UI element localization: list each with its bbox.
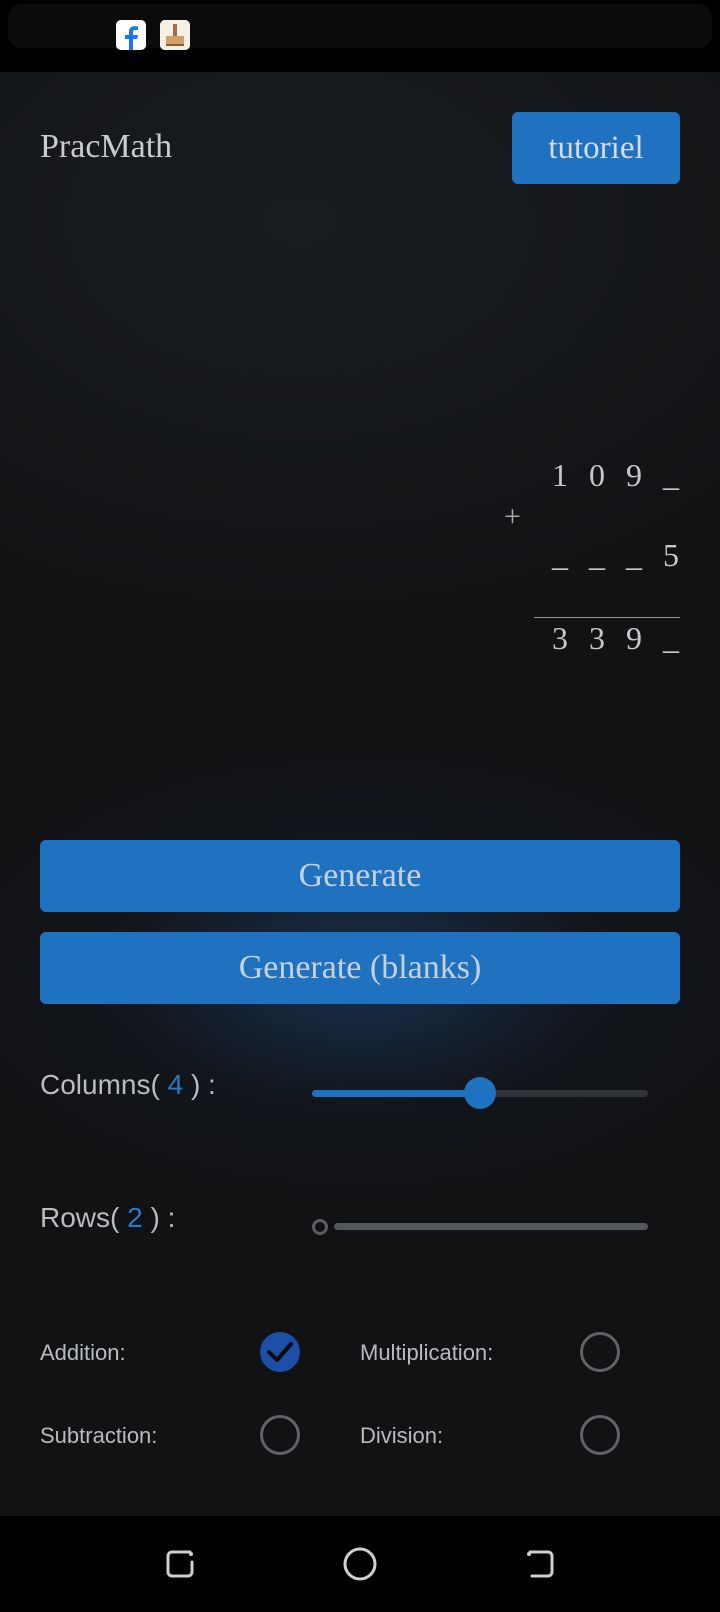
notification-app-icon (160, 20, 190, 50)
row1-blank-4[interactable]: _ (654, 457, 688, 494)
columns-slider-thumb[interactable] (464, 1077, 496, 1109)
rows-label-prefix: Rows( (40, 1202, 120, 1233)
columns-slider-fill (312, 1090, 480, 1097)
tutorial-button[interactable]: tutoriel (512, 112, 680, 184)
rows-slider[interactable] (312, 1206, 648, 1246)
rows-label-suffix: ) : (150, 1202, 176, 1233)
sum-line (534, 617, 680, 618)
navigation-bar (0, 1516, 720, 1612)
columns-label-suffix: ) : (190, 1069, 216, 1100)
generate-button[interactable]: Generate (40, 840, 680, 912)
result-digit-3: 9 (626, 620, 642, 656)
subtraction-label: Subtraction: (40, 1423, 158, 1448)
row2-blank-1[interactable]: _ (543, 537, 577, 574)
subtraction-checkbox[interactable] (260, 1415, 300, 1455)
row2-blank-2[interactable]: _ (580, 537, 614, 574)
columns-value: 4 (167, 1069, 184, 1100)
columns-label: Columns( 4 ) : (40, 1069, 216, 1101)
math-problem: 1 0 9 _ + _ _ _ 5 3 3 9 _ (500, 372, 690, 672)
rows-value: 2 (127, 1202, 143, 1233)
row2-digit-4: 5 (663, 537, 679, 573)
status-bar-background (8, 4, 712, 48)
rows-slider-thumb[interactable] (312, 1219, 328, 1235)
back-icon[interactable] (520, 1544, 560, 1584)
division-checkbox[interactable] (580, 1415, 620, 1455)
result-blank-4[interactable]: _ (654, 620, 688, 657)
generate-blanks-button[interactable]: Generate (blanks) (40, 932, 680, 1004)
app-content: PracMath tutoriel 1 0 9 _ + _ _ _ 5 3 3 … (0, 72, 720, 1516)
result-digit-1: 3 (552, 620, 568, 656)
status-bar (0, 0, 720, 72)
checkmark-icon (267, 1342, 293, 1362)
row1-digit-2: 0 (589, 457, 605, 493)
row1-digit-1: 1 (552, 457, 568, 493)
addition-label: Addition: (40, 1340, 126, 1365)
recent-apps-icon[interactable] (160, 1544, 200, 1584)
rows-slider-track (334, 1223, 648, 1230)
operator-sign: + (504, 500, 521, 533)
app-title: PracMath (40, 128, 173, 165)
facebook-icon (116, 20, 146, 50)
rows-label: Rows( 2 ) : (40, 1202, 175, 1234)
multiplication-label: Multiplication: (360, 1340, 494, 1365)
addition-checkbox[interactable] (260, 1332, 300, 1372)
home-icon[interactable] (340, 1544, 380, 1584)
row2-blank-3[interactable]: _ (617, 537, 651, 574)
division-label: Division: (360, 1423, 444, 1448)
columns-label-prefix: Columns( (40, 1069, 160, 1100)
columns-slider[interactable] (312, 1073, 648, 1113)
result-digit-2: 3 (589, 620, 605, 656)
multiplication-checkbox[interactable] (580, 1332, 620, 1372)
row1-digit-3[interactable]: 9 (617, 457, 651, 494)
